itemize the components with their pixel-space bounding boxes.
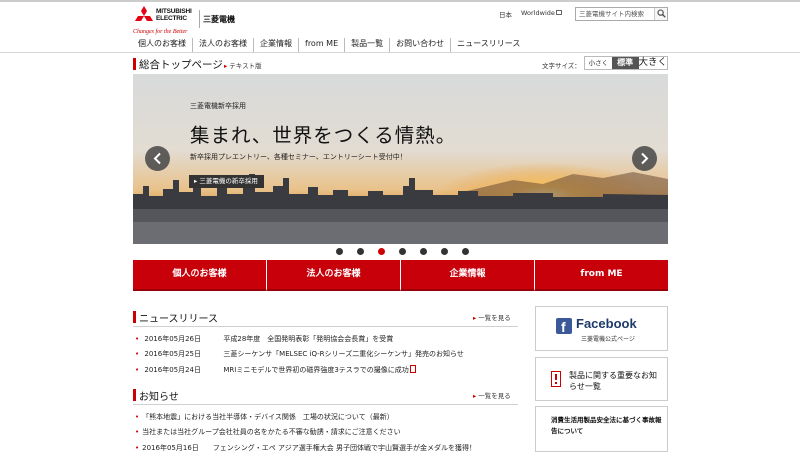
product-notice-text: 製品に関する重要なお知らせ一覧 — [569, 371, 657, 391]
info-divider — [133, 404, 518, 405]
logo-divider — [199, 10, 200, 28]
news-text: 平成28年度 全国発明表彰「発明協会会長賞」を受賞 — [223, 335, 394, 343]
chevron-right-icon — [641, 152, 649, 165]
facebook-wordmark: Facebook — [576, 316, 637, 331]
text-version-link[interactable]: テキスト版 — [224, 60, 261, 70]
font-size-label: 文字サイズ： — [542, 62, 581, 70]
info-item[interactable]: 2016年05月16日 フェンシング・エペ アジア選手権大会 男子団体戦で宇山賢… — [135, 443, 476, 452]
news-item[interactable]: 2016年05月24日 MRIミニモデルで世界初の磁界強度3テスラでの撮像に成功 — [135, 364, 416, 375]
gnav-from-me[interactable]: from ME — [298, 38, 344, 52]
category-from-me[interactable]: from ME — [534, 260, 668, 291]
worldwide-link[interactable]: Worldwide — [521, 9, 562, 21]
product-notice-banner[interactable]: 製品に関する重要なお知らせ一覧 — [535, 357, 668, 401]
gnav-business[interactable]: 法人のお客様 — [192, 38, 253, 52]
font-size-standard-button[interactable]: 標準 — [611, 57, 639, 69]
gnav-personal[interactable]: 個人のお客様 — [133, 38, 192, 52]
info-accent — [133, 389, 136, 401]
hero-subtext: 新卒採用プレエントリー、各種セミナー、エントリーシート受付中！ — [190, 153, 407, 161]
safety-report-banner[interactable]: 消費生活用製品安全法に基づく事故報告について — [535, 406, 668, 452]
news-date: 2016年05月25日 — [144, 350, 202, 358]
gnav-contact[interactable]: お問い合わせ — [389, 38, 450, 52]
search-button[interactable] — [654, 8, 667, 20]
gnav-news[interactable]: ニュースリリース — [450, 38, 526, 52]
hero-eyebrow: 三菱電機新卒採用 — [190, 102, 246, 110]
category-business[interactable]: 法人のお客様 — [266, 260, 400, 291]
gnav-products[interactable]: 製品一覧 — [344, 38, 389, 52]
pdf-icon — [409, 365, 416, 373]
title-accent — [133, 58, 136, 70]
news-item[interactable]: 2016年05月25日 三菱シーケンサ「MELSEC iQ-Rシリーズ二重化シーケ… — [135, 349, 464, 360]
search-input[interactable] — [576, 8, 654, 20]
search-icon — [657, 9, 666, 18]
font-size-large-button[interactable]: 大きく — [639, 57, 668, 69]
facebook-subtitle: 三菱電機公式ページ — [581, 336, 635, 343]
safety-report-text: 消費生活用製品安全法に基づく事故報告について — [551, 416, 662, 435]
font-size-small-button[interactable]: 小さく — [585, 57, 612, 69]
page-title: 総合トップページ — [139, 59, 223, 71]
news-text: MRIミニモデルで世界初の磁界強度3テスラでの撮像に成功 — [223, 366, 409, 374]
info-item[interactable]: 当社または当社グループ会社社員の名をかたる不審な勧誘・請求にご注意ください — [135, 427, 400, 438]
mitsubishi-logo[interactable]: MITSUBISHI ELECTRIC 三菱電機 Changes for the… — [133, 6, 253, 36]
logo-wordmark: MITSUBISHI ELECTRIC — [156, 8, 192, 22]
gnav-corporate[interactable]: 企業情報 — [253, 38, 298, 52]
info-title: お知らせ — [139, 392, 179, 403]
info-item[interactable]: 「熊本地震」における当社半導体・デバイス関係 工場の状況について（最新） — [135, 412, 394, 423]
lang-link-japan[interactable]: 日本 — [499, 9, 512, 21]
news-accent — [133, 311, 136, 323]
news-date: 2016年05月24日 — [144, 366, 202, 374]
facebook-banner[interactable]: f Facebook 三菱電機公式ページ — [535, 306, 668, 351]
news-item[interactable]: 2016年05月26日 平成28年度 全国発明表彰「発明協会会長賞」を受賞 — [135, 334, 393, 345]
nav-divider — [0, 52, 800, 53]
logo-tagline: Changes for the Better — [133, 29, 188, 35]
carousel-dot[interactable] — [357, 248, 364, 255]
logo-japanese: 三菱電機 — [203, 15, 235, 24]
facebook-icon: f — [556, 318, 572, 335]
carousel-dot[interactable] — [336, 248, 343, 255]
news-more-link[interactable]: 一覧を見る — [473, 312, 511, 322]
external-window-icon — [555, 9, 562, 15]
chevron-left-icon — [153, 152, 161, 165]
hero-carousel[interactable]: 三菱電機新卒採用 集まれ、世界をつくる情熱。 新卒採用プレエントリー、各種セミナ… — [133, 74, 668, 244]
category-corporate[interactable]: 企業情報 — [400, 260, 534, 291]
news-date: 2016年05月26日 — [144, 335, 202, 343]
three-diamonds-icon — [135, 6, 153, 21]
info-more-link[interactable]: 一覧を見る — [473, 390, 511, 400]
carousel-dot[interactable] — [399, 248, 406, 255]
carousel-dots — [336, 248, 483, 255]
category-personal[interactable]: 個人のお客様 — [133, 260, 266, 291]
font-size-switcher: 小さく 標準 大きく — [584, 56, 668, 70]
carousel-dot[interactable] — [462, 248, 469, 255]
worldwide-label: Worldwide — [521, 9, 555, 17]
top-border — [0, 0, 800, 2]
news-title: ニュースリリース — [139, 314, 218, 325]
carousel-next-button[interactable] — [632, 146, 657, 171]
global-nav: 個人のお客様 法人のお客様 企業情報 from ME 製品一覧 お問い合わせ ニ… — [133, 38, 668, 52]
alert-icon — [551, 371, 561, 387]
news-divider — [133, 326, 518, 327]
site-search — [575, 7, 668, 21]
carousel-dot-active[interactable] — [378, 248, 385, 255]
carousel-prev-button[interactable] — [145, 146, 170, 171]
category-nav: 個人のお客様 法人のお客様 企業情報 from ME — [133, 260, 668, 291]
carousel-dot[interactable] — [420, 248, 427, 255]
news-text: 三菱シーケンサ「MELSEC iQ-Rシリーズ二重化シーケンサ」発売のお知らせ — [223, 350, 464, 358]
hero-headline: 集まれ、世界をつくる情熱。 — [190, 124, 457, 147]
carousel-dot[interactable] — [441, 248, 448, 255]
hero-cta-button[interactable]: 三菱電機の新卒採用 — [189, 175, 264, 188]
